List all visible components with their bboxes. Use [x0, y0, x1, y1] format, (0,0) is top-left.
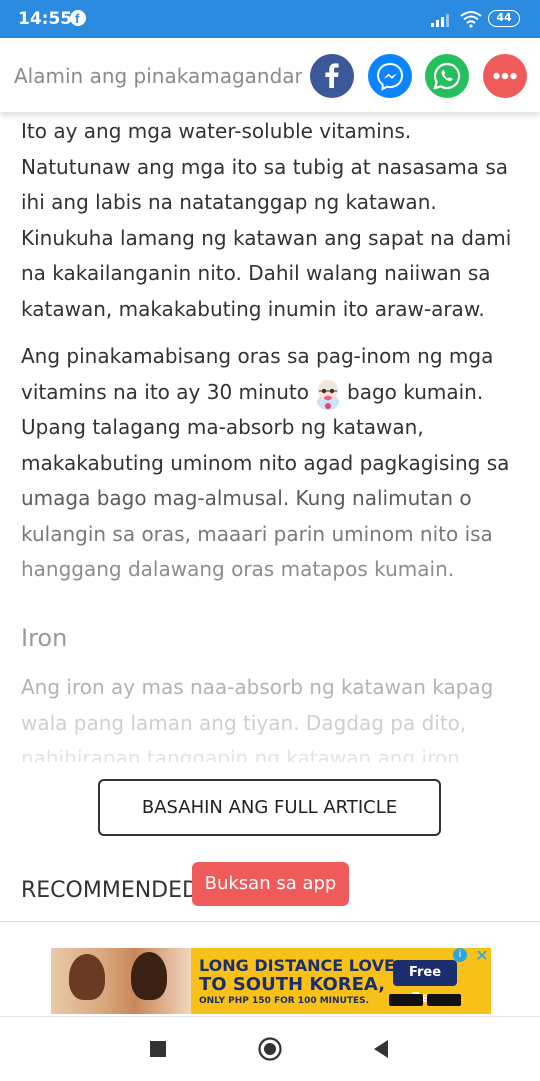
text-line: Upang talagang ma-absorb ng katawan,	[21, 415, 424, 439]
ad-banner[interactable]: LONG DISTANCE LOVE TO SOUTH KOREA, ONLY …	[51, 948, 491, 1014]
more-share-button[interactable]	[483, 54, 527, 98]
section-heading: Iron	[21, 624, 68, 652]
text-line: umaga bago mag-almusal. Kung nalimutan o	[21, 486, 472, 510]
text-line: hanggang dalawang oras matapos kumain.	[21, 557, 455, 581]
divider	[0, 921, 540, 922]
facebook-notification-icon: f	[70, 10, 86, 26]
faded-paragraph: Ang iron ay mas naa-absorb ng katawan ka…	[21, 670, 526, 762]
read-full-article-button[interactable]: BASAHIN ANG FULL ARTICLE	[98, 779, 441, 836]
svg-text:f: f	[75, 11, 80, 26]
ad-person	[131, 952, 167, 1000]
text-line: Ang iron ay mas naa-absorb ng katawan ka…	[21, 675, 494, 699]
share-header: Alamin ang pinakamagandang oras ng pag-i…	[0, 38, 540, 112]
messenger-share-button[interactable]	[368, 54, 412, 98]
recent-apps-icon[interactable]	[150, 1041, 166, 1057]
back-icon[interactable]	[372, 1039, 390, 1059]
recommended-heading: RECOMMENDED	[21, 878, 199, 903]
article-paragraph: Ang pinakamabisang oras sa pag-inom ng m…	[21, 339, 526, 588]
article-title: Alamin ang pinakamagandang oras ng pag-i…	[14, 64, 302, 88]
text-line: nahihirapan tanggapin ng katawan ang iro…	[21, 746, 460, 762]
baby-emoji-icon	[313, 376, 343, 410]
ad-photo	[51, 948, 191, 1014]
home-icon[interactable]	[258, 1037, 282, 1061]
ad-headline: LONG DISTANCE LOVE	[199, 956, 395, 975]
ad-person	[69, 954, 105, 1000]
text-line: ihi ang labis na natatanggap ng katawan.	[21, 190, 437, 214]
text-line: Ang pinakamabisang oras sa pag-inom ng m…	[21, 344, 494, 368]
whatsapp-share-button[interactable]	[425, 54, 469, 98]
battery-icon: 44	[488, 10, 520, 27]
article-body: Ito ay ang mga water-soluble vitamins. N…	[21, 114, 526, 581]
status-bar: 14:55 f 44	[0, 0, 540, 38]
wifi-icon	[460, 10, 482, 28]
whatsapp-icon	[433, 62, 461, 90]
article-paragraph: Ito ay ang mga water-soluble vitamins. N…	[21, 114, 526, 327]
text-line: katawan, makakabuting inumin ito araw-ar…	[21, 296, 485, 321]
ad-brand-logo: Free Bee	[393, 960, 457, 1006]
text-line: Kinukuha lamang ng katawan ang sapat na …	[21, 225, 512, 250]
ad-close-icon[interactable]: ✕	[473, 948, 491, 964]
ad-subline: ONLY PHP 150 FOR 100 MINUTES.	[199, 996, 370, 1006]
text-line: bago kumain.	[347, 379, 484, 404]
messenger-icon	[376, 62, 404, 91]
status-time: 14:55	[18, 9, 73, 29]
facebook-share-button[interactable]	[310, 54, 354, 98]
system-nav-bar	[0, 1016, 540, 1081]
text-line: Ito ay ang mga water-soluble vitamins.	[21, 119, 412, 143]
ad-headline: TO SOUTH KOREA,	[199, 974, 386, 995]
app-store-badge-icon	[389, 994, 423, 1006]
text-line: kulangin sa oras, maaari parin uminom ni…	[21, 521, 493, 546]
text-line: wala pang laman ang tiyan. Dagdag pa dit…	[21, 710, 467, 735]
open-in-app-button[interactable]: Buksan sa app	[192, 862, 349, 906]
text-line: na kakailanganin nito. Dahil walang naii…	[21, 261, 491, 285]
text-line: Natutunaw ang mga ito sa tubig at nasasa…	[21, 154, 509, 179]
more-icon	[493, 72, 517, 80]
text-line: vitamins na ito ay 30 minuto	[21, 379, 309, 404]
signal-icon	[431, 12, 453, 27]
text-line: makakabuting uminom nito agad pagkagisin…	[21, 450, 510, 475]
ad-info-icon[interactable]: i	[453, 948, 467, 962]
facebook-icon	[325, 63, 339, 88]
google-play-badge-icon	[427, 994, 461, 1006]
